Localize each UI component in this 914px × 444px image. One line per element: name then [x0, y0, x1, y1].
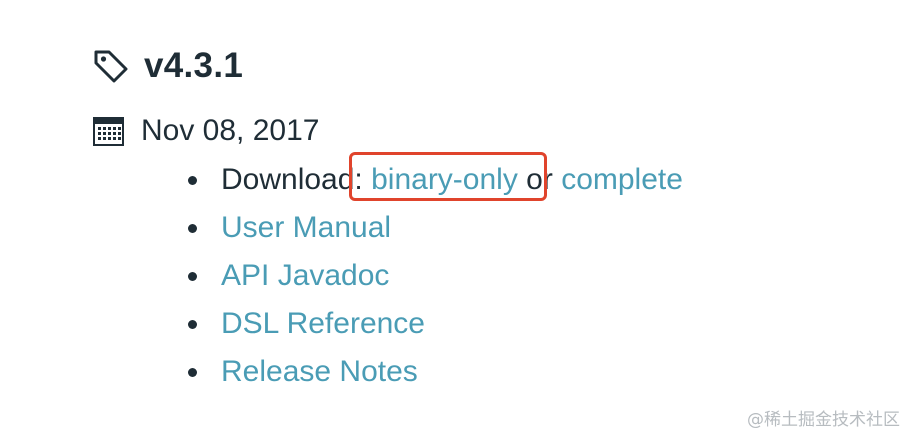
release-notes-link[interactable]: Release Notes: [221, 355, 418, 389]
download-separator: or: [517, 163, 562, 196]
list-item-user-manual: User Manual: [188, 204, 683, 252]
bullet-icon: [188, 271, 197, 281]
release-links-list: Download: binary-only or complete User M…: [188, 156, 683, 396]
bullet-icon: [188, 175, 197, 185]
api-javadoc-link[interactable]: API Javadoc: [221, 259, 389, 293]
list-item-api-javadoc: API Javadoc: [188, 252, 683, 300]
bullet-icon: [188, 223, 197, 233]
release-date-row: Nov 08, 2017: [92, 110, 319, 152]
calendar-icon: [93, 117, 124, 146]
release-version: v4.3.1: [144, 46, 244, 85]
release-header: v4.3.1: [92, 40, 243, 92]
list-item-release-notes: Release Notes: [188, 348, 683, 396]
list-item-download: Download: binary-only or complete: [188, 156, 683, 204]
complete-link[interactable]: complete: [561, 163, 683, 197]
dsl-reference-link[interactable]: DSL Reference: [221, 307, 425, 341]
bullet-icon: [188, 319, 197, 329]
user-manual-link[interactable]: User Manual: [221, 211, 391, 245]
bullet-icon: [188, 367, 197, 377]
watermark: @稀土掘金技术社区: [747, 410, 900, 430]
download-prefix: Download:: [221, 163, 372, 196]
tag-icon: [94, 50, 128, 83]
release-date: Nov 08, 2017: [141, 114, 320, 147]
list-item-dsl-reference: DSL Reference: [188, 300, 683, 348]
binary-only-link[interactable]: binary-only: [371, 163, 518, 197]
